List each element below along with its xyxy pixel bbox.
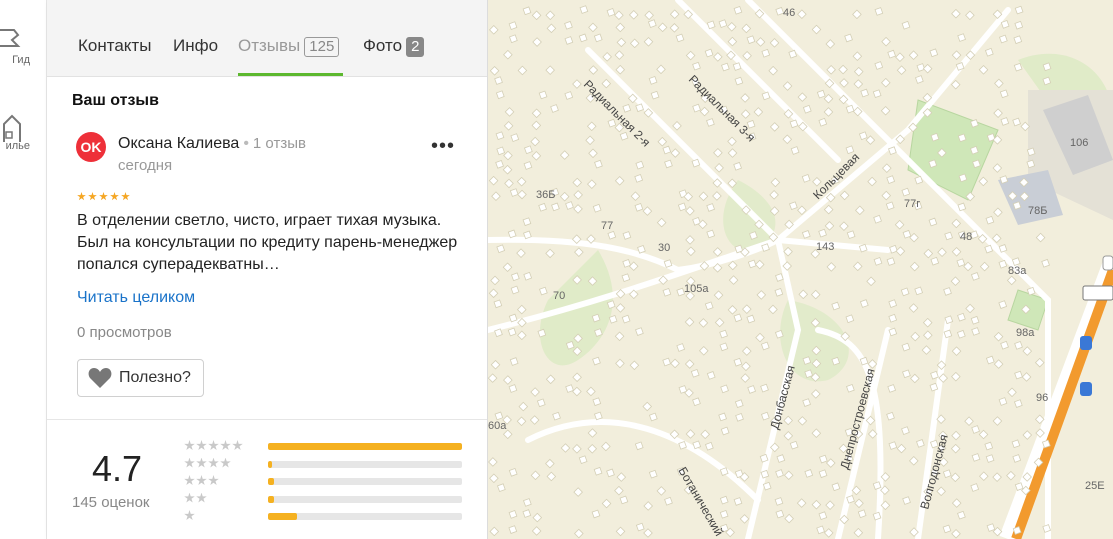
tab-contacts[interactable]: Контакты [78,36,151,56]
star-icon [184,492,195,503]
star-icon [208,457,219,468]
divider [47,419,487,420]
photos-count-badge: 2 [406,37,425,57]
useful-button[interactable]: Полезно? [77,359,204,397]
star-icon [77,192,86,201]
rating-bar [268,495,462,503]
active-tab-indicator [238,73,343,76]
rail-item-housing[interactable]: илье [0,112,46,152]
house-number-label: 48 [960,231,972,243]
flag-icon [0,26,46,52]
left-rail: Гид илье [0,0,47,539]
rating-row-1 [184,510,464,524]
tab-label: Отзывы [238,36,301,55]
star-icon [208,475,219,486]
rail-item-guide[interactable]: Гид [0,26,46,66]
review-date: сегодня [118,157,173,174]
house-number-label: 106 [1070,137,1088,149]
rating-bar-fill [268,478,274,485]
read-more-link[interactable]: Читать целиком [77,289,195,307]
rating-row-2 [184,492,464,507]
rating-bar-fill [268,443,462,450]
tab-label: Инфо [173,36,219,55]
tab-info[interactable]: Инфо [173,36,218,56]
rating-bar [268,513,462,520]
star-icon [232,440,243,451]
house-number-label: 96 [1036,392,1048,404]
views-count: 0 просмотров [77,324,172,341]
author-name[interactable]: Оксана Калиева [118,135,239,152]
avatar[interactable]: OK [76,132,106,162]
review-stars [77,192,130,201]
star-icon [220,440,231,451]
house-number-label: 70 [553,290,565,302]
star-icon [196,475,207,486]
rating-bar [268,460,462,468]
house-number-label: 77 [601,220,613,232]
heart-icon [88,368,112,388]
house-number-label: 98а [1016,327,1035,339]
review-text: В отделении светло, чисто, играет тихая … [77,212,458,273]
star-icon [196,457,207,468]
star-icon [184,457,195,468]
star-icon [184,440,195,451]
author-review-count: 1 отзыв [252,135,306,152]
house-icon [0,112,46,142]
house-number-label: 77г [904,198,920,210]
house-number-label: 60а [488,420,507,432]
house-number-label: 105а [684,283,709,295]
star-icon [99,192,108,201]
house-number-label: 83а [1008,265,1027,277]
rating-value: 4.7 [92,448,143,489]
star-icon [88,192,97,201]
rating-bar-fill [268,513,298,520]
tab-reviews[interactable]: Отзывы 125 [238,36,340,57]
rating-row-4 [184,457,464,472]
rating-bar-fill [268,460,272,468]
house-number-label: 78Б [1028,205,1047,217]
org-panel: Контакты Инфо Отзывы 125 Фото 2 Ваш отзыв … [47,0,488,539]
star-icon [110,192,119,201]
tab-label: Фото [363,36,403,55]
more-options-icon[interactable]: ••• [431,136,455,156]
map[interactable]: Радиальная 3-я Радиальная 2-я Кольцевая Дон… [488,0,1113,539]
house-number-label: 25Е [1085,480,1105,492]
star-icon [220,457,231,468]
rating-bar-fill [268,495,274,503]
rating-bar [268,443,462,450]
star-icon [184,510,195,521]
house-number-label: 30 [658,242,670,254]
house-number-label: 46 [783,7,795,19]
tab-label: Контакты [78,36,152,55]
star-icon [184,475,195,486]
star-icon [196,440,207,451]
star-icon [196,492,207,503]
star-icon [208,440,219,451]
section-title: Ваш отзыв [72,92,159,109]
reviews-count-badge: 125 [304,37,340,57]
tab-bar: Контакты Инфо Отзывы 125 Фото 2 [47,0,487,77]
tab-photos[interactable]: Фото 2 [363,36,425,57]
rating-row-5 [184,440,464,454]
rating-bar [268,478,462,485]
rating-count: 145 оценок [72,494,150,511]
rail-item-label: Гид [12,54,30,66]
star-icon [121,192,130,201]
review-author: Оксана Калиева • 1 отзыв [118,135,306,152]
rating-row-3 [184,475,464,489]
house-number-label: 143 [816,241,834,253]
useful-label: Полезно? [119,369,191,386]
house-number-label: 36Б [536,189,555,201]
